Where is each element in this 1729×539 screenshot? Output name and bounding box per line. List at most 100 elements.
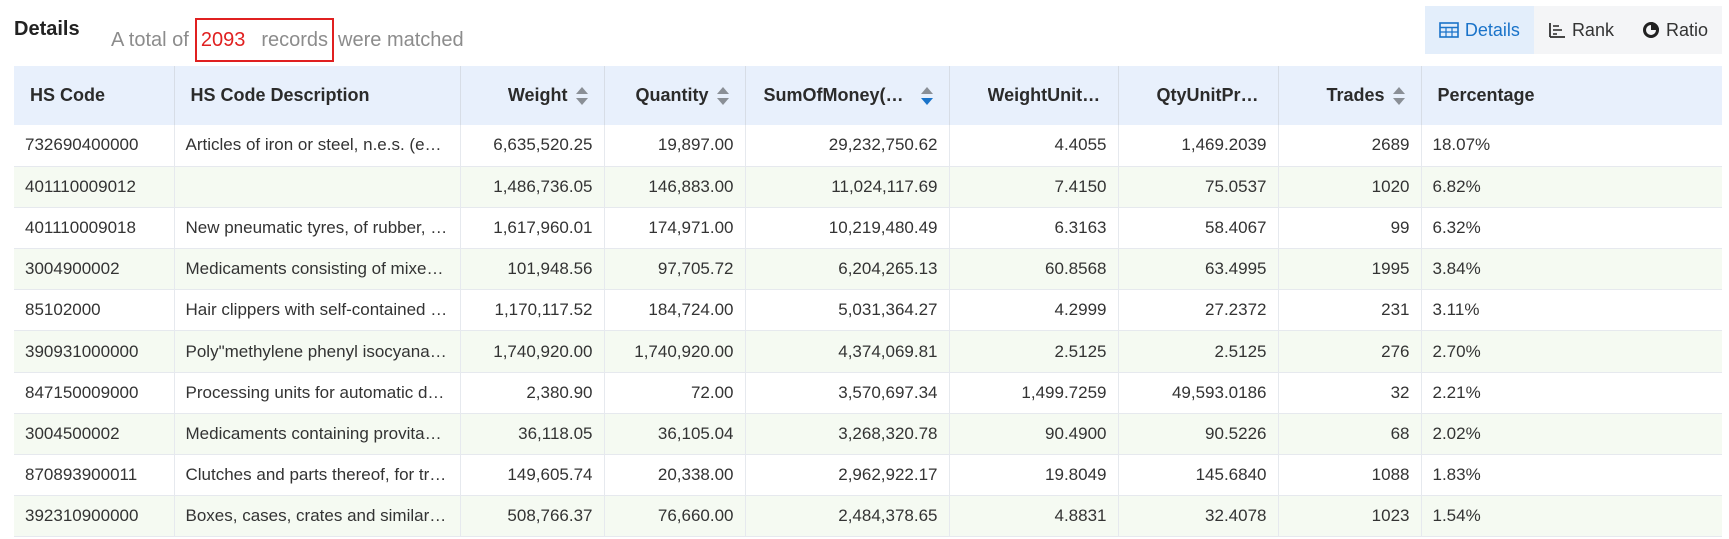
cell-weight-unit-price: 4.8831 xyxy=(949,495,1119,537)
records-word: records xyxy=(261,28,329,51)
cell-hs-code: 401110009012 xyxy=(14,166,175,208)
pie-chart-icon xyxy=(1642,21,1660,39)
record-count-highlight: 2093 records xyxy=(194,18,335,62)
cell-percentage: 1.83% xyxy=(1432,465,1481,485)
cell-trades: 1023 xyxy=(1278,495,1422,537)
cell-quantity: 146,883.00 xyxy=(604,166,746,208)
table-icon xyxy=(1439,22,1459,38)
cell-sum-of-money: 2,484,378.65 xyxy=(745,495,950,537)
table-row[interactable]: 392310900000 Boxes, cases, crates and sim… xyxy=(14,495,1722,537)
cell-quantity: 184,724.00 xyxy=(604,289,746,331)
table-row[interactable]: 732690400000 Articles of iron or steel, n… xyxy=(14,125,1722,167)
cell-weight-unit-price: 6.3163 xyxy=(949,207,1119,249)
cell-weight-unit-price: 7.4150 xyxy=(949,166,1119,208)
cell-trades: 1020 xyxy=(1278,166,1422,208)
cell-quantity: 19,897.00 xyxy=(604,125,746,167)
cell-hs-code: 732690400000 xyxy=(14,125,175,167)
cell-description: Processing units for automatic dat... xyxy=(174,372,461,414)
match-summary: A total of 2093 records were matched xyxy=(111,18,464,62)
cell-trades: 1088 xyxy=(1278,454,1422,496)
column-header-trades[interactable]: Trades xyxy=(1278,66,1422,125)
table-row[interactable]: 401110009018 New pneumatic tyres, of rubb… xyxy=(14,207,1722,249)
column-header-hs-code: HS Code xyxy=(14,66,175,125)
cell-percentage: 2.02% xyxy=(1432,423,1481,443)
summary-prefix: A total of xyxy=(111,28,189,51)
cell-qty-unit-price: 1,469.2039 xyxy=(1118,125,1279,167)
details-view-label: Details xyxy=(1464,19,1520,40)
column-header-quantity[interactable]: Quantity xyxy=(604,66,746,125)
table-row[interactable]: 401110009012 1,486,736.05 146,883.00 11,024… xyxy=(14,166,1722,208)
cell-weight: 2,380.90 xyxy=(460,372,605,414)
column-header-description: HS Code Description xyxy=(174,66,461,125)
cell-qty-unit-price: 145.6840 xyxy=(1118,454,1279,496)
record-count: 2093 xyxy=(200,28,246,51)
cell-hs-code: 847150009000 xyxy=(14,372,175,414)
cell-description: Articles of iron or steel, n.e.s. (exc..… xyxy=(174,125,461,167)
table-row[interactable]: 870893900011 Clutches and parts thereof, … xyxy=(14,454,1722,496)
details-table: HS Code HS Code Description Weight Quant… xyxy=(14,66,1722,537)
cell-qty-unit-price: 49,593.0186 xyxy=(1118,372,1279,414)
cell-weight: 1,486,736.05 xyxy=(460,166,605,208)
cell-hs-code: 390931000000 xyxy=(14,330,175,373)
rank-view-label: Rank xyxy=(1571,19,1614,40)
cell-description: Hair clippers with self-contained el... xyxy=(174,289,461,331)
table-header-row: HS Code HS Code Description Weight Quant… xyxy=(14,66,1722,125)
cell-weight: 1,170,117.52 xyxy=(460,289,605,331)
cell-weight: 508,766.37 xyxy=(460,495,605,537)
table-row[interactable]: 847150009000 Processing units for automat… xyxy=(14,372,1722,414)
rank-view-button[interactable]: Rank xyxy=(1534,6,1628,54)
sort-icon[interactable] xyxy=(575,86,588,106)
cell-qty-unit-price: 75.0537 xyxy=(1118,166,1279,208)
cell-trades: 99 xyxy=(1278,207,1422,249)
cell-weight-unit-price: 1,499.7259 xyxy=(949,372,1119,414)
table-row[interactable]: 85102000 Hair clippers with self-containe… xyxy=(14,289,1722,331)
cell-description: New pneumatic tyres, of rubber, of... xyxy=(174,207,461,249)
cell-quantity: 97,705.72 xyxy=(604,248,746,290)
cell-hs-code: 870893900011 xyxy=(14,454,175,496)
cell-percentage: 3.11% xyxy=(1432,300,1480,320)
cell-sum-of-money: 11,024,117.69 xyxy=(745,166,950,208)
page-title: Details xyxy=(14,18,80,40)
cell-weight: 1,740,920.00 xyxy=(460,330,605,373)
ratio-view-button[interactable]: Ratio xyxy=(1628,6,1722,54)
cell-weight: 36,118.05 xyxy=(460,413,605,455)
column-header-sum-of-money[interactable]: SumOfMoney(U... xyxy=(745,66,950,125)
cell-hs-code: 401110009018 xyxy=(14,207,175,249)
cell-trades: 32 xyxy=(1278,372,1422,414)
cell-trades: 1995 xyxy=(1278,248,1422,290)
cell-qty-unit-price: 2.5125 xyxy=(1118,330,1279,373)
table-row[interactable]: 3004900002 Medicaments consisting of mixe… xyxy=(14,248,1722,290)
table-row[interactable]: 3004500002 Medicaments containing provita… xyxy=(14,413,1722,455)
cell-weight-unit-price: 4.2999 xyxy=(949,289,1119,331)
cell-weight-unit-price: 2.5125 xyxy=(949,330,1119,373)
summary-suffix: were matched xyxy=(338,28,464,51)
table-body: 732690400000 Articles of iron or steel, n… xyxy=(14,125,1722,537)
sort-icon[interactable] xyxy=(716,86,729,106)
table-row[interactable]: 390931000000 Poly"methylene phenyl isocya… xyxy=(14,330,1722,373)
cell-weight: 1,617,960.01 xyxy=(460,207,605,249)
cell-sum-of-money: 3,268,320.78 xyxy=(745,413,950,455)
cell-percentage: 18.07% xyxy=(1432,135,1491,155)
column-header-qty-unit-price: QtyUnitPrice xyxy=(1118,66,1279,125)
cell-percentage: 3.84% xyxy=(1432,259,1481,279)
cell-description xyxy=(174,166,461,208)
cell-description: Medicaments containing provitami... xyxy=(174,413,461,455)
view-switcher: Details Rank Ratio xyxy=(1424,6,1722,54)
cell-description: Medicaments consisting of mixed ... xyxy=(174,248,461,290)
details-view-button[interactable]: Details xyxy=(1424,6,1534,54)
cell-percentage: 1.54% xyxy=(1432,506,1481,526)
cell-weight-unit-price: 19.8049 xyxy=(949,454,1119,496)
cell-sum-of-money: 2,962,922.17 xyxy=(745,454,950,496)
cell-weight-unit-price: 60.8568 xyxy=(949,248,1119,290)
column-header-weight-unit-price: WeightUnitPrice xyxy=(949,66,1119,125)
sort-icon[interactable] xyxy=(1392,86,1405,106)
cell-qty-unit-price: 27.2372 xyxy=(1118,289,1279,331)
cell-qty-unit-price: 63.4995 xyxy=(1118,248,1279,290)
cell-qty-unit-price: 32.4078 xyxy=(1118,495,1279,537)
column-header-weight[interactable]: Weight xyxy=(460,66,605,125)
cell-sum-of-money: 29,232,750.62 xyxy=(745,125,950,167)
cell-quantity: 36,105.04 xyxy=(604,413,746,455)
sort-desc-icon[interactable] xyxy=(920,86,933,106)
cell-weight-unit-price: 90.4900 xyxy=(949,413,1119,455)
cell-quantity: 1,740,920.00 xyxy=(604,330,746,373)
